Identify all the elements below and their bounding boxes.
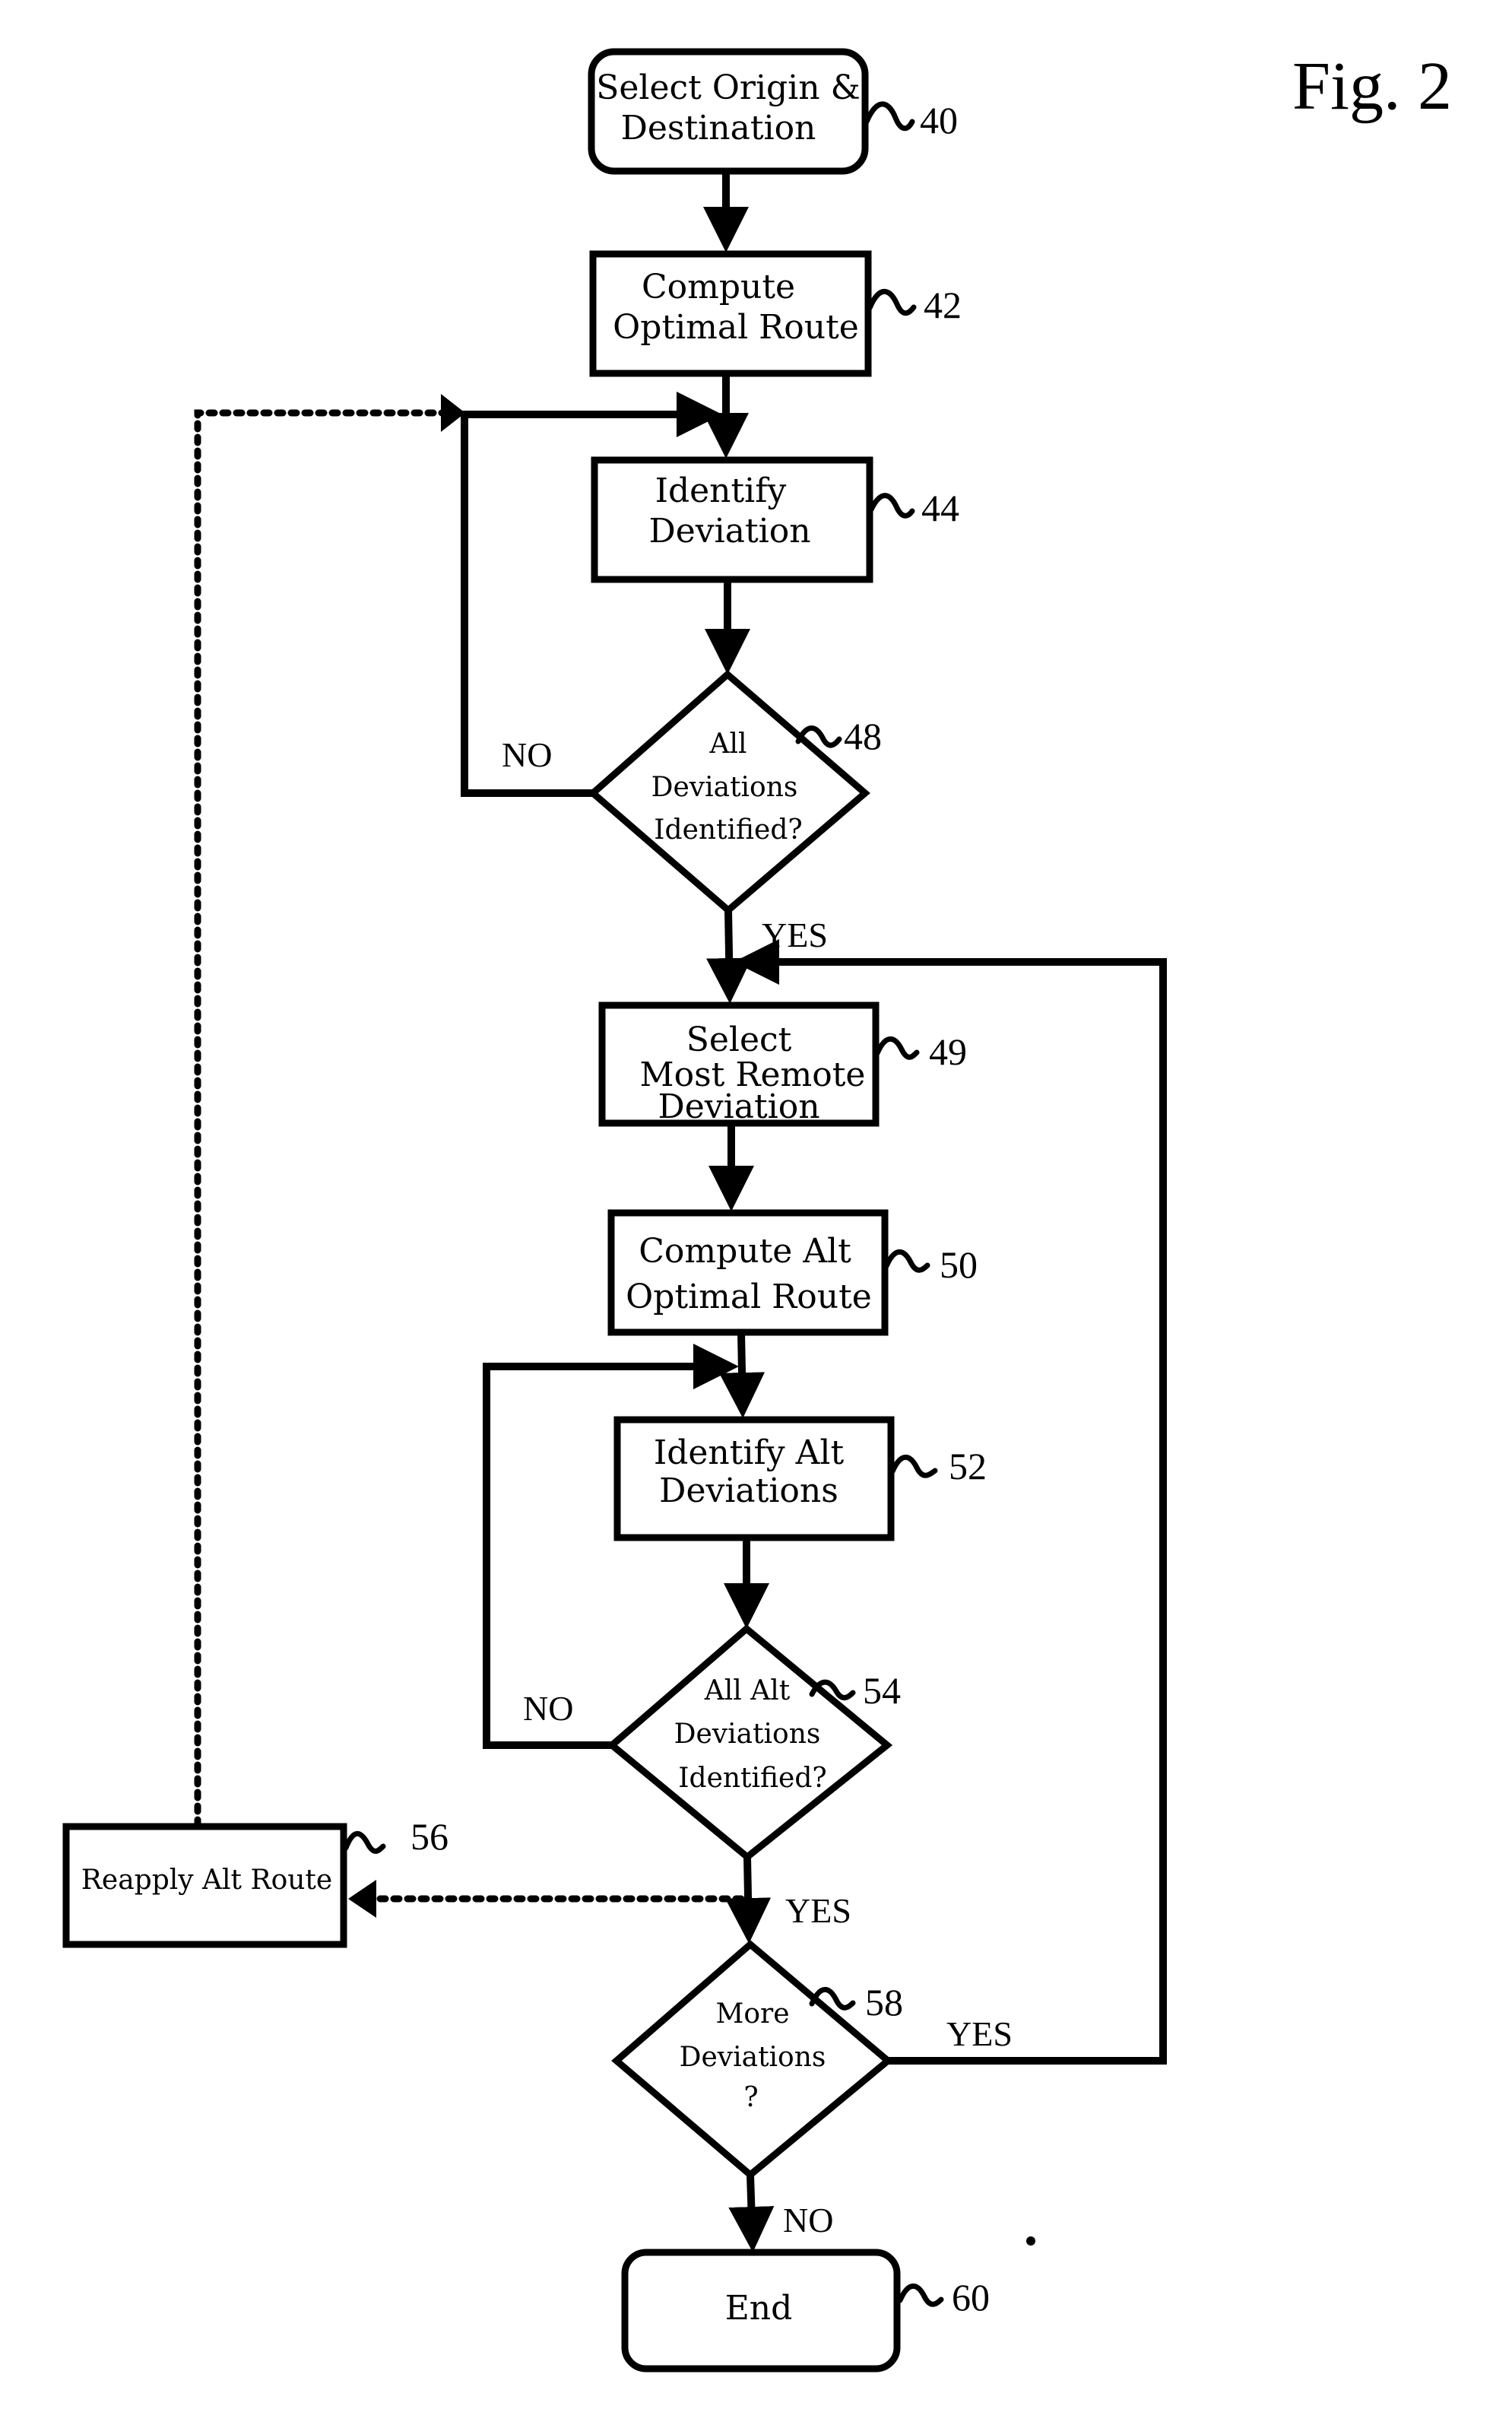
ref-number: 60 [952,2276,990,2319]
figure-title: Fig. 2 [1292,49,1452,124]
node-48-all-deviations-identified[interactable]: All Deviations Identified? 48 [588,670,882,915]
flowchart: Fig. 2 Select Origin & Destination 40 Co… [62,48,1452,2373]
node-label-line: Identified? [654,814,802,846]
edge-58-60-no [728,2174,775,2252]
edge-48-49-yes [706,909,753,1004]
ref-number: 56 [410,1815,449,1858]
node-label-line: Identify Alt [654,1433,845,1472]
tilde-leader [868,493,915,519]
ref-number: 54 [863,1669,901,1712]
node-label-line: Deviation [648,512,810,551]
node-49-select-most-remote-deviation[interactable]: Select Most Remote Deviation 49 [598,1001,967,1127]
ref-number: 48 [844,715,882,757]
ref-number: 44 [921,487,959,529]
node-60-end[interactable]: End 60 [621,2249,990,2373]
node-label-line: Identified? [678,1763,826,1794]
node-42-compute-optimal-route[interactable]: Compute Optimal Route 42 [589,250,962,377]
edge-label-no-48: NO [502,735,552,774]
node-label-line: Deviations [651,772,798,803]
node-44-identify-deviation[interactable]: Identify Deviation 44 [591,456,959,583]
edge-54-58-yes [725,1856,772,1944]
edge-label-yes-58: YES [946,2014,1013,2053]
dotted-edges [194,394,745,1918]
node-label-line: Deviations [674,1719,821,1750]
node-52-identify-alt-deviations[interactable]: Identify Alt Deviations 52 [613,1416,987,1541]
node-label-line: Optimal Route [626,1278,872,1316]
ref-number: 52 [949,1445,987,1487]
edge-label-yes-54: YES [785,1891,851,1930]
edge-label-yes-48: YES [762,916,828,954]
node-label-line: Destination [621,109,816,148]
tilde-leader [889,1454,938,1478]
ref-number: 49 [929,1030,967,1073]
ref-number: 50 [940,1243,978,1286]
node-label-line: More [715,1998,789,2030]
ref-number: 40 [920,99,958,141]
node-label-line: Compute [642,268,795,306]
stray-dot [1026,2236,1035,2246]
node-50-compute-alt-optimal-route[interactable]: Compute Alt Optimal Route 50 [607,1209,978,1336]
node-label-line: Select Origin & [596,68,861,107]
node-56-reapply-alt-route[interactable]: Reapply Alt Route 56 [62,1815,449,1948]
tilde-leader [883,1249,930,1273]
node-label-line: Identify [655,471,787,510]
node-54-all-alt-deviations-identified[interactable]: All Alt Deviations Identified? 54 [607,1624,901,1862]
edge-label-no-58: NO [783,2201,833,2239]
ref-number: 42 [924,284,962,326]
tilde-leader [867,288,917,316]
edge-50-52 [719,1332,766,1418]
tilde-leader [343,1830,386,1854]
node-label-line: Reapply Alt Route [81,1865,332,1896]
tilde-leader [874,1036,920,1060]
node-label-line: Select [686,1020,792,1059]
node-label-line: Optimal Route [613,308,859,347]
node-label-line: ? [743,2082,758,2113]
edge-56-44-dotted [194,409,452,1829]
node-label-line: Deviation [658,1087,819,1126]
arrowhead-into-56 [348,1880,376,1918]
ref-number: 58 [865,1981,903,2023]
node-label-line: Deviations [680,2042,826,2073]
node-label-line: End [725,2289,793,2328]
tilde-leader [897,2283,944,2307]
tilde-leader [864,101,915,132]
node-label-line: Compute Alt [639,1232,851,1271]
node-label-line: Deviations [659,1471,838,1510]
node-58-more-deviations[interactable]: More Deviations ? 58 [611,1940,903,2179]
edge-label-no-54: NO [523,1689,573,1728]
node-40-select-origin-destination[interactable]: Select Origin & Destination 40 [588,48,958,175]
node-label-line: All Alt [704,1675,791,1706]
node-label-line: All [708,728,746,760]
